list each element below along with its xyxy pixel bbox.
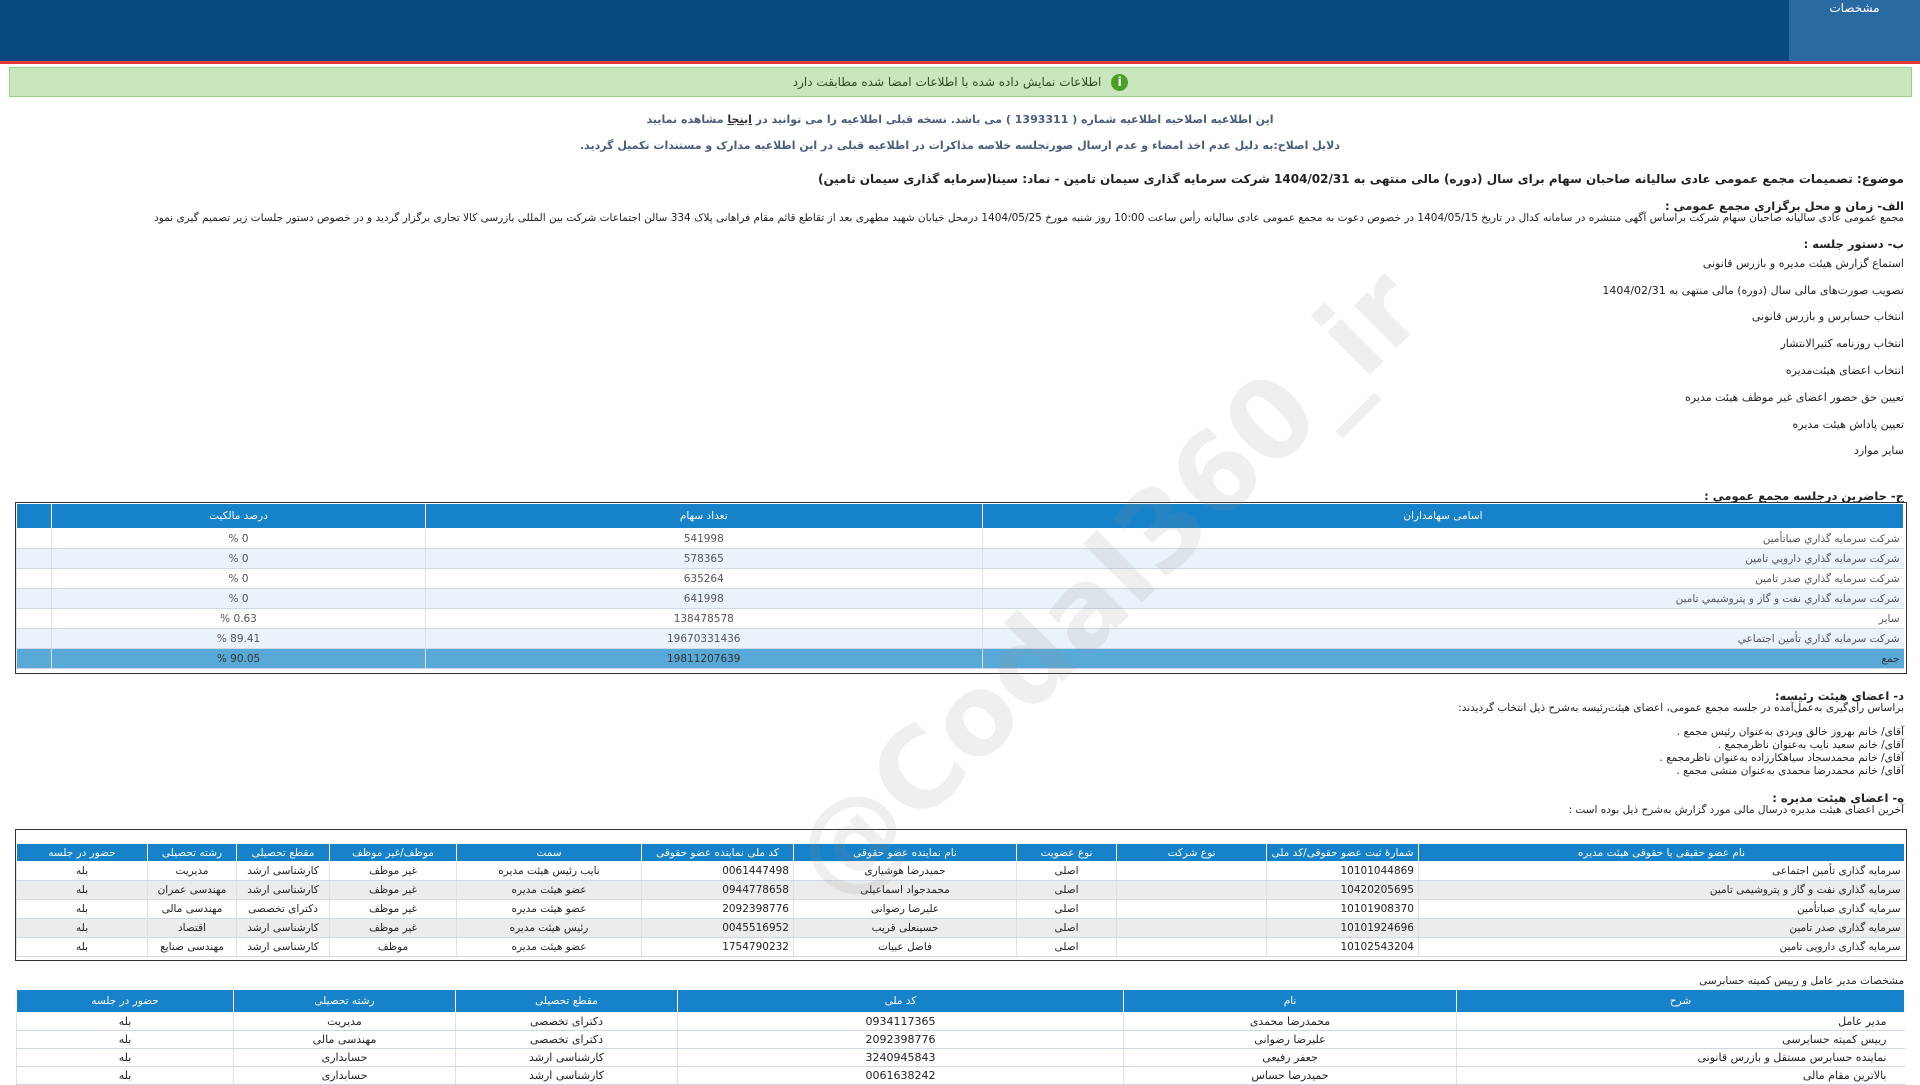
table-row: سرمایه گذاری دارویی تامین 10102543204 اصلی… (16, 937, 1905, 957)
col-header: کد ملی (677, 989, 1124, 1013)
tab-specifications[interactable]: مشخصات (1789, 0, 1920, 61)
section-b-title: ب- دستور جلسه : (1803, 237, 1904, 251)
presidium-line: آقای/ خانم محمدرضا محمدی به‌عنوان منشی م… (1676, 765, 1904, 777)
top-bar (0, 0, 1920, 64)
col-header: نام نماینده عضو حقوقی (793, 843, 1017, 862)
section-e-title: ه- اعضای هیئت مدیره : (1772, 791, 1904, 805)
attendees-table: اسامی سهامداران تعداد سهام درصد مالکیت ش… (15, 503, 1905, 669)
presidium-line: آقای/ خانم بهروز خالق ویردی به‌عنوان رئی… (1676, 726, 1904, 738)
section-f-title: مشخصات مدیر عامل و رییس کمیته حسابرسی (1699, 975, 1904, 987)
agenda-item: انتخاب اعضای هیئت‌مدیره (1785, 364, 1904, 377)
correction-reason: دلایل اصلاح:به دلیل عدم اخذ امضاء و عدم … (579, 139, 1341, 152)
col-header: نوع شرکت (1116, 843, 1267, 862)
col-header: موظف/غیر موظف (329, 843, 457, 862)
previous-version-link[interactable]: اینجا (727, 113, 751, 126)
col-header: رشته تحصیلی (147, 843, 237, 862)
col-header: حضور در جلسه (16, 843, 148, 862)
col-header: رشته تحصیلی (233, 989, 456, 1013)
section-c-title: ج- حاضرین درجلسه مجمع عمومی : (1704, 489, 1904, 503)
verification-banner: i اطلاعات نمایش داده شده با اطلاعات امضا… (9, 67, 1912, 97)
agenda-item: تعیین پاداش هیئت مدیره (1792, 418, 1904, 431)
col-header: شرح (1456, 989, 1905, 1013)
table-row: شرکت سرمايه گذاري تأمين اجتماعي 196703314… (15, 628, 1904, 649)
table-row: بالاترین مقام مالی حمیدرضا حساس 0061638242… (16, 1066, 1905, 1085)
col-header: نوع عضویت (1016, 843, 1117, 862)
table-row: سایر 138478578 0.63 % (15, 608, 1904, 629)
section-a-title: الف- زمان و محل برگزاری مجمع عمومی : (1665, 199, 1904, 213)
col-header: حضور در جلسه (16, 989, 234, 1013)
table-row: مدیر عامل محمدرضا محمدی 0934117365 دکترای ت… (16, 1012, 1905, 1031)
agenda-item: تصویب صورت‌های مالی سال (دوره) مالی منته… (1602, 284, 1904, 297)
table-row: شرکت سرمايه گذاري صباتأمين 541998 0 % (15, 528, 1904, 549)
col-header: مقطع تحصیلی (236, 843, 330, 862)
agenda-item: انتخاب روزنامه کثیرالانتشار (1780, 337, 1904, 350)
col-header: تعداد سهام (424, 503, 983, 529)
section-d-intro: براساس رأی‌گیری به‌عمل‌آمده در جلسه مجمع… (1458, 702, 1904, 714)
table-row: رییس کمیته حسابرسی علیرضا رضوانی 209239877… (16, 1030, 1905, 1049)
col-header: درصد مالکیت (51, 503, 426, 529)
total-row: جمع 19811207639 90.05 % (15, 648, 1904, 669)
correction-notice: این اطلاعیه اصلاحیه اطلاعیه شماره ( 1393… (646, 113, 1274, 126)
col-header: نام (1123, 989, 1457, 1013)
section-d-title: د- اعضای هیئت رئیسه: (1774, 689, 1904, 703)
table-row: شرکت سرمايه گذاري دارويي تامين 578365 0 % (15, 548, 1904, 569)
col-header: کد ملی نماینده عضو حقوقی (641, 843, 794, 862)
board-table: نام عضو حقیقی یا حقوقی هیئت مدیره شمارۀ … (16, 843, 1905, 957)
col-header: نام عضو حقیقی یا حقوقی هیئت مدیره (1418, 843, 1905, 862)
col-header: شمارۀ ثبت عضو حقوقی/کد ملی (1266, 843, 1419, 862)
subject-title: موضوع: تصمیمات مجمع عمومی عادی سالیانه ص… (817, 172, 1904, 186)
section-a-text: مجمع عمومی عادی سالیانه صاحبان سهام شرکت… (154, 212, 1904, 224)
table-row: سرمایه گذاری صدر تامین 10101924696 اصلی حسی… (16, 918, 1905, 938)
table-row: نماینده حسابرس مستقل و بازرس قانونی جعفر … (16, 1048, 1905, 1067)
info-icon: i (1111, 74, 1129, 91)
col-header: اسامی سهامداران (981, 503, 1905, 529)
table-row: شرکت سرمايه گذاري نفت و گاز و پتروشيمي ت… (15, 588, 1904, 609)
verification-text: اطلاعات نمایش داده شده با اطلاعات امضا ش… (792, 75, 1102, 89)
agenda-item: تعیین حق حضور اعضای غیر موظف هیئت مدیره (1685, 391, 1904, 404)
agenda-item: سایر موارد (1853, 444, 1904, 457)
table-row: سرمایه گذاری نفت و گاز و پتروشیمی تامین 1… (16, 880, 1905, 900)
col-header: سمت (456, 843, 642, 862)
col-header: مقطع تحصیلی (455, 989, 678, 1013)
table-row: سرمایه گذاری تأمین اجتماعی 10101044869 اصل… (16, 861, 1905, 881)
table-row: شرکت سرمايه گذاري صدر تامين 635264 0 % (15, 568, 1904, 589)
agenda-item: استماع گزارش هيئت مديره و بازرس قانونی (1702, 257, 1904, 270)
ceo-audit-table: شرح نام کد ملی مقطع تحصیلی رشته تحصیلی ح… (16, 989, 1905, 1085)
presidium-line: آقای/ خانم محمدسجاد سیاهکارزاده به‌عنوان… (1659, 752, 1904, 764)
presidium-line: آقای/ خانم سعید نایب به‌عنوان ناظرمجمع . (1717, 739, 1904, 751)
section-e-intro: آخرین اعضای هیئت مدیره درسال مالی مورد گ… (1568, 804, 1904, 816)
agenda-item: انتخاب حسابرس و بازرس قانونی (1751, 310, 1904, 323)
table-row: سرمایه گذاری صباتأمین 10101908370 اصلی علیر… (16, 899, 1905, 919)
